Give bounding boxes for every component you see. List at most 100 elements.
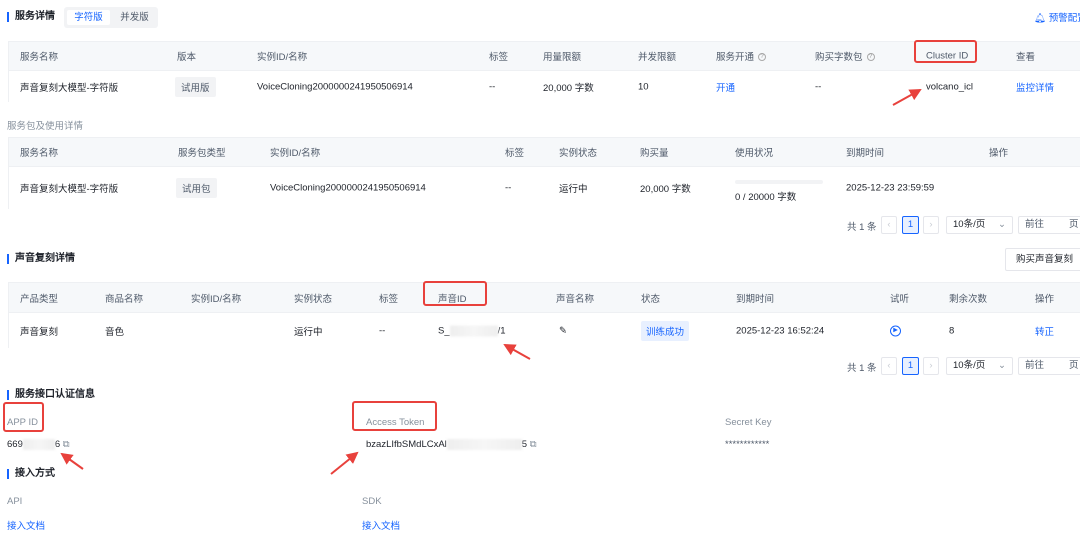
help-icon[interactable]: ? <box>758 53 767 62</box>
voice-id: S_ /1 <box>438 324 506 337</box>
prev-page-button[interactable]: ‹ <box>881 357 897 375</box>
redacted-blur <box>446 439 522 450</box>
activate-link[interactable]: 开通 <box>716 80 735 94</box>
buy-voice-clone-button[interactable]: 购买声音复刻 <box>1005 248 1080 271</box>
col-header: 试听 <box>890 293 910 305</box>
col-header-label: 购买字数包 <box>815 52 863 63</box>
table-row: 声音复刻大模型-字符版 试用包 VoiceCloning200000024195… <box>9 166 1080 209</box>
col-header: 标签 <box>505 148 525 159</box>
concurrency-limit: 10 <box>638 81 649 92</box>
voice-id-prefix: S_ <box>438 325 450 337</box>
package-type-tag: 试用包 <box>176 178 217 198</box>
copy-icon[interactable]: ⧉ <box>63 439 70 450</box>
redacted-blur <box>22 439 55 450</box>
col-header: 标签 <box>489 52 509 63</box>
prev-page-button[interactable]: ‹ <box>881 216 897 234</box>
usage-text: 0 / 20000 字数 <box>735 192 797 203</box>
chevron-down-icon: ⌄ <box>998 219 1006 230</box>
instance-status: 运行中 <box>294 326 323 338</box>
page-1-button[interactable]: 1 <box>902 357 919 375</box>
purchase-amount: 20,000 字数 <box>640 184 691 195</box>
total-count: 共 1 条 <box>847 363 877 374</box>
tag-value: -- <box>489 81 496 92</box>
clone-table: 产品类型 商品名称 实例ID/名称 实例状态 标签 声音ID 声音名称 状态 到… <box>8 282 1080 348</box>
service-name: 声音复刻大模型-字符版 <box>20 184 119 195</box>
sdk-label: SDK <box>362 496 382 507</box>
col-header: 剩余次数 <box>949 293 988 305</box>
package-value: -- <box>815 81 822 92</box>
app-id-suffix: 6 <box>54 439 61 451</box>
access-method-title: 接入方式 <box>7 469 55 479</box>
package-table: 服务名称 服务包类型 实例ID/名称 标签 实例状态 购买量 使用状况 到期时间… <box>8 137 1080 209</box>
next-page-button[interactable]: › <box>923 216 939 234</box>
sdk-docs-link[interactable]: 接入文档 <box>362 518 400 532</box>
token-prefix: bzazLIfbSMdLCxAl <box>366 439 447 451</box>
alert-config-link[interactable]: 🔔︎ 预警配置 <box>1034 10 1080 24</box>
alert-config-label: 预警配置 <box>1048 13 1080 24</box>
page-unit: 页 <box>1069 360 1079 371</box>
auth-info-title: 服务接口认证信息 <box>7 390 95 400</box>
col-header: 实例ID/名称 <box>257 52 308 63</box>
goto-label: 前往 <box>1025 360 1045 371</box>
monitor-details-link[interactable]: 监控详情 <box>1016 80 1054 94</box>
clone-details-title: 声音复刻详情 <box>7 254 75 264</box>
usage-limit: 20,000 字数 <box>543 82 594 94</box>
col-header: 实例状态 <box>559 148 598 159</box>
page-size-value: 10条/页 <box>953 360 986 371</box>
page-size-value: 10条/页 <box>953 219 986 230</box>
col-header: 使用状况 <box>735 148 774 159</box>
col-header: 服务开通? <box>716 49 767 63</box>
table-row: 声音复刻 音色 运行中 -- S_ /1 ✎ 训练成功 2025-12-23 16… <box>9 312 1080 348</box>
play-icon[interactable]: ▶ <box>890 325 901 336</box>
total-count: 共 1 条 <box>847 222 877 233</box>
api-label: API <box>7 496 23 507</box>
goods-name: 音色 <box>105 326 125 338</box>
col-header: 实例ID/名称 <box>191 293 242 305</box>
tab-char-version[interactable]: 字符版 <box>67 10 110 25</box>
bell-icon: 🔔︎ <box>1034 13 1047 24</box>
voice-id-suffix: /1 <box>497 325 506 337</box>
page-size-select[interactable]: 10条/页 ⌄ <box>946 216 1013 234</box>
service-details-title: 服务详情 <box>7 12 55 22</box>
goto-page-input[interactable]: 前往 页 <box>1018 216 1080 234</box>
annotation-box <box>352 401 437 431</box>
page-size-select[interactable]: 10条/页 ⌄ <box>946 357 1013 375</box>
pagination: 共 1 条 ‹ 1 › 10条/页 ⌄ 前往 页 <box>0 216 1080 234</box>
secret-key-label: Secret Key <box>725 417 772 428</box>
arrow-app-id <box>60 452 84 470</box>
convert-link[interactable]: 转正 <box>1035 324 1054 338</box>
help-icon[interactable]: ? <box>866 53 875 62</box>
package-details-title: 服务包及使用详情 <box>7 121 84 132</box>
tab-concurrent-version[interactable]: 并发版 <box>113 10 156 25</box>
chevron-down-icon: ⌄ <box>998 360 1006 371</box>
page-1-button[interactable]: 1 <box>902 216 919 234</box>
tag-value: -- <box>379 325 386 336</box>
usage-progress-bar <box>735 180 823 184</box>
api-docs-link[interactable]: 接入文档 <box>7 518 45 532</box>
col-header: 到期时间 <box>736 293 775 305</box>
goto-page-input[interactable]: 前往 页 <box>1018 357 1080 375</box>
col-header: 声音名称 <box>556 293 595 305</box>
cluster-id: volcano_icl <box>926 81 973 92</box>
token-suffix: 5 <box>521 439 528 451</box>
col-header: 产品类型 <box>20 293 59 305</box>
annotation-box <box>423 281 487 306</box>
secret-key-value: ************ <box>725 439 770 450</box>
col-header: 实例ID/名称 <box>270 148 321 159</box>
edit-icon[interactable]: ✎ <box>559 325 567 336</box>
col-header: 实例状态 <box>294 293 333 305</box>
expire-time: 2025-12-23 16:52:24 <box>736 325 825 336</box>
arrow-access-token <box>330 451 359 475</box>
remaining-count: 8 <box>949 325 955 336</box>
copy-icon[interactable]: ⧉ <box>530 439 537 450</box>
instance-status: 运行中 <box>559 184 588 195</box>
next-page-button[interactable]: › <box>923 357 939 375</box>
product-type: 声音复刻 <box>20 326 59 338</box>
pagination: 共 1 条 ‹ 1 › 10条/页 ⌄ 前往 页 <box>0 357 1080 375</box>
col-header: 服务名称 <box>20 148 59 159</box>
col-header: 购买量 <box>640 148 669 159</box>
status-badge: 训练成功 <box>641 320 690 341</box>
col-header: 到期时间 <box>846 148 885 159</box>
col-header: 用量限额 <box>543 52 582 63</box>
col-header: 版本 <box>177 52 197 63</box>
